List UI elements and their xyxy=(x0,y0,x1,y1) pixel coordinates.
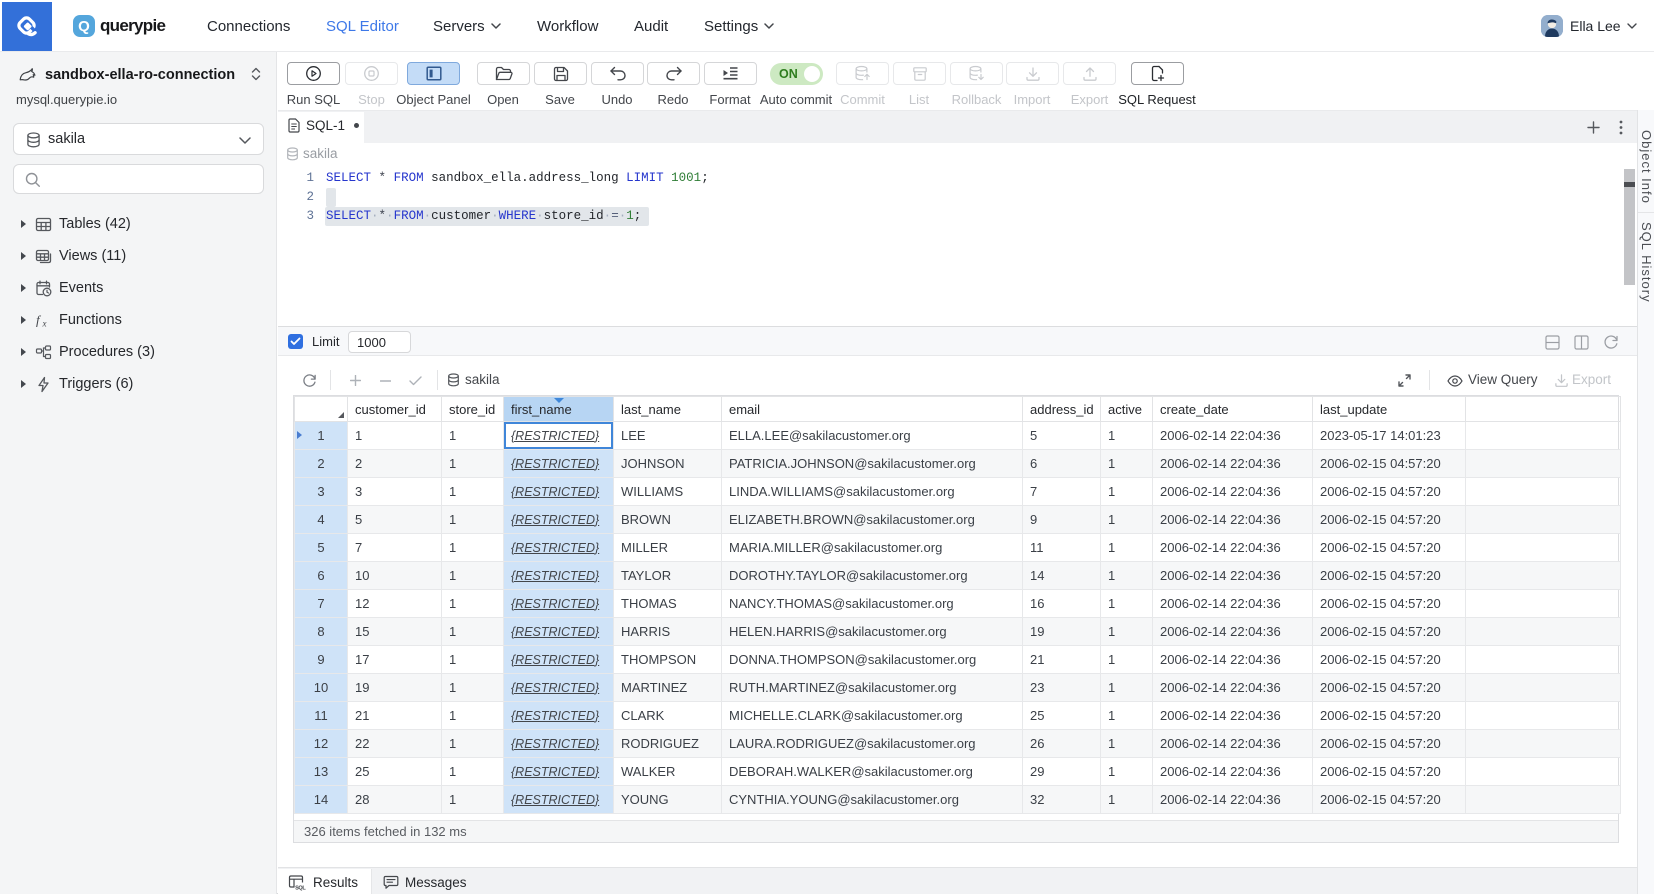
svg-text:f: f xyxy=(36,312,42,327)
svg-text:x: x xyxy=(42,318,47,328)
svg-text:SQL: SQL xyxy=(295,886,306,891)
